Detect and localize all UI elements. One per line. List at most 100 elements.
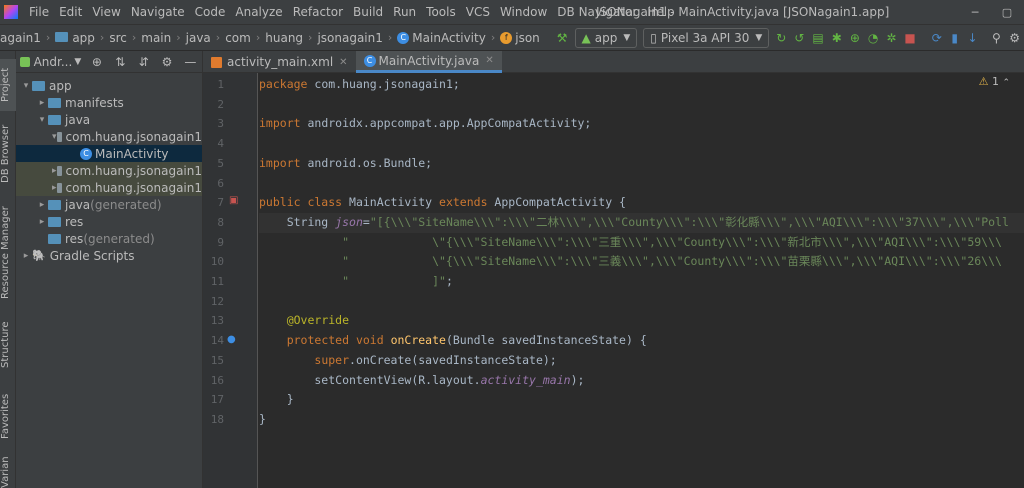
apply-changes-icon[interactable]: ↺ bbox=[794, 30, 804, 46]
menu-tools[interactable]: Tools bbox=[421, 5, 461, 19]
code-line[interactable]: public class MainActivity extends AppCom… bbox=[259, 193, 626, 213]
inspection-widget[interactable]: ⚠ 1 ⌃ bbox=[979, 75, 1010, 88]
chevron-down-icon[interactable]: ▼ bbox=[74, 57, 81, 67]
menu-file[interactable]: File bbox=[24, 5, 54, 19]
menu-refactor[interactable]: Refactor bbox=[288, 5, 348, 19]
code-line[interactable]: " \"{\\\"SiteName\\\":\\\"三重\\\",\\\"Cou… bbox=[259, 233, 1002, 253]
chevron-right-icon[interactable]: ▸ bbox=[36, 98, 48, 108]
expand-all-icon[interactable]: ⇵ bbox=[136, 54, 151, 70]
attach-debugger-icon[interactable]: ✲ bbox=[886, 30, 896, 46]
locate-icon[interactable]: ⊕ bbox=[89, 54, 104, 70]
tab-project[interactable]: Project bbox=[0, 59, 16, 111]
menu-vcs[interactable]: VCS bbox=[461, 5, 495, 19]
close-icon[interactable]: ✕ bbox=[339, 57, 347, 68]
tree-item[interactable]: ▸ res bbox=[16, 213, 202, 230]
menu-code[interactable]: Code bbox=[190, 5, 231, 19]
tab-activity-main-xml[interactable]: activity_main.xml ✕ bbox=[203, 51, 356, 73]
code-line[interactable]: " \"{\\\"SiteName\\\":\\\"三義\\\",\\\"Cou… bbox=[259, 252, 1002, 272]
chevron-right-icon[interactable]: ▸ bbox=[52, 166, 57, 176]
settings-icon[interactable]: ⚙ bbox=[1009, 30, 1020, 46]
menu-navigate[interactable]: Navigate bbox=[126, 5, 190, 19]
menu-run[interactable]: Run bbox=[388, 5, 421, 19]
gear-icon[interactable]: ⚙ bbox=[159, 54, 174, 70]
tab-db-browser[interactable]: DB Browser bbox=[0, 123, 16, 185]
stop-icon[interactable]: ■ bbox=[904, 30, 915, 46]
restore-button[interactable]: ▢ bbox=[992, 0, 1022, 24]
code-line[interactable]: protected void onCreate(Bundle savedInst… bbox=[259, 331, 647, 351]
profiler-icon[interactable]: ◔ bbox=[868, 30, 878, 46]
run-configuration-select[interactable]: ▲ app ▼ bbox=[574, 27, 638, 48]
chevron-right-icon[interactable]: ▸ bbox=[36, 200, 48, 210]
folder-icon bbox=[56, 165, 62, 176]
device-manager-icon[interactable]: ▮ bbox=[950, 30, 960, 46]
code-area[interactable]: package com.huang.jsonagain1; import andr… bbox=[259, 73, 1024, 488]
code-line[interactable]: } bbox=[259, 390, 294, 410]
close-icon[interactable]: ✕ bbox=[485, 55, 493, 66]
tab-variants[interactable]: Variants bbox=[0, 457, 16, 488]
tree-item[interactable]: ▸ 🐘 Gradle Scripts bbox=[16, 247, 202, 264]
menu-edit[interactable]: Edit bbox=[54, 5, 87, 19]
line-number: 1 bbox=[217, 78, 224, 91]
apply-code-changes-icon[interactable]: ▤ bbox=[812, 30, 823, 46]
chevron-down-icon[interactable]: ▾ bbox=[36, 115, 48, 125]
layout-marker-icon[interactable]: ▣ bbox=[229, 195, 238, 206]
code-line[interactable]: super.onCreate(savedInstanceState); bbox=[259, 351, 556, 371]
tree-item[interactable]: res (generated) bbox=[16, 230, 202, 247]
breadcrumb-java[interactable]: java bbox=[183, 31, 214, 45]
line-number: 16 bbox=[210, 373, 224, 387]
tab-favorites[interactable]: Favorites bbox=[0, 387, 16, 445]
breadcrumb-src[interactable]: src bbox=[106, 31, 130, 45]
breadcrumb-jsonagain1[interactable]: jsonagain1 bbox=[314, 31, 385, 45]
tab-mainactivity-java[interactable]: C MainActivity.java ✕ bbox=[355, 51, 502, 73]
sync-gradle-icon[interactable]: ⟳ bbox=[932, 30, 942, 46]
breadcrumb-com[interactable]: com bbox=[222, 31, 254, 45]
menu-build[interactable]: Build bbox=[348, 5, 388, 19]
chevron-down-icon[interactable]: ▾ bbox=[52, 132, 57, 142]
breadcrumb-main[interactable]: main bbox=[138, 31, 174, 45]
menu-view[interactable]: View bbox=[87, 5, 125, 19]
tree-item[interactable]: ▸ manifests bbox=[16, 94, 202, 111]
code-line[interactable]: @Override bbox=[259, 311, 349, 331]
tree-item[interactable]: ▸ com.huang.jsonagain1 bbox=[16, 162, 202, 179]
chevron-right-icon[interactable]: ▸ bbox=[36, 217, 48, 227]
tab-resource-manager[interactable]: Resource Manager bbox=[0, 201, 16, 305]
breadcrumb-json[interactable]: f json bbox=[497, 31, 543, 45]
tab-structure[interactable]: Structure bbox=[0, 317, 16, 373]
code-line[interactable]: } bbox=[259, 410, 266, 430]
minimize-button[interactable]: ─ bbox=[960, 0, 990, 24]
code-line[interactable]: setContentView(R.layout.activity_main); bbox=[259, 371, 584, 391]
project-view-select[interactable]: Andr... bbox=[34, 55, 73, 69]
debug-icon[interactable]: ✱ bbox=[832, 30, 842, 46]
device-select[interactable]: ▯ Pixel 3a API 30 ▼ bbox=[643, 27, 770, 48]
code-line[interactable]: import androidx.appcompat.app.AppCompatA… bbox=[259, 114, 591, 134]
override-marker-icon[interactable]: ● bbox=[227, 334, 236, 345]
chevron-right-icon[interactable]: ▸ bbox=[52, 183, 57, 193]
phone-icon: ▯ bbox=[650, 30, 657, 45]
breadcrumb-huang[interactable]: huang bbox=[262, 31, 306, 45]
breadcrumb-project[interactable]: again1 bbox=[0, 31, 44, 45]
collapse-all-icon[interactable]: ⇅ bbox=[113, 54, 128, 70]
chevron-right-icon[interactable]: ▸ bbox=[20, 251, 32, 261]
code-line[interactable]: package com.huang.jsonagain1; bbox=[259, 75, 460, 95]
rerun-icon[interactable]: ↻ bbox=[776, 30, 786, 46]
breadcrumb-app[interactable]: app bbox=[52, 31, 98, 45]
tree-item[interactable]: ▾ com.huang.jsonagain1 bbox=[16, 128, 202, 145]
line-number: 10 bbox=[210, 255, 224, 269]
hide-icon[interactable]: — bbox=[183, 54, 198, 70]
tree-item[interactable]: ▸ com.huang.jsonagain1 bbox=[16, 179, 202, 196]
code-line[interactable]: " ]"; bbox=[259, 272, 453, 292]
sdk-manager-icon[interactable]: ↓ bbox=[968, 30, 978, 46]
menu-window[interactable]: Window bbox=[495, 5, 552, 19]
coverage-icon[interactable]: ⊕ bbox=[850, 30, 860, 46]
search-icon[interactable]: ⚲ bbox=[992, 30, 1002, 46]
tree-item[interactable]: ▸ java (generated) bbox=[16, 196, 202, 213]
chevron-down-icon[interactable]: ▾ bbox=[20, 81, 32, 91]
tree-item[interactable]: C MainActivity bbox=[16, 145, 202, 162]
code-line[interactable]: String json="[{\\\"SiteName\\\":\\\"二林\\… bbox=[259, 212, 1024, 233]
tree-item[interactable]: ▾ java bbox=[16, 111, 202, 128]
tree-item[interactable]: ▾ app bbox=[16, 77, 202, 94]
menu-analyze[interactable]: Analyze bbox=[230, 5, 287, 19]
code-line[interactable]: import android.os.Bundle; bbox=[259, 154, 432, 174]
breadcrumb-mainactivity[interactable]: C MainActivity bbox=[394, 31, 489, 45]
hammer-icon[interactable]: ⚒ bbox=[557, 30, 568, 46]
